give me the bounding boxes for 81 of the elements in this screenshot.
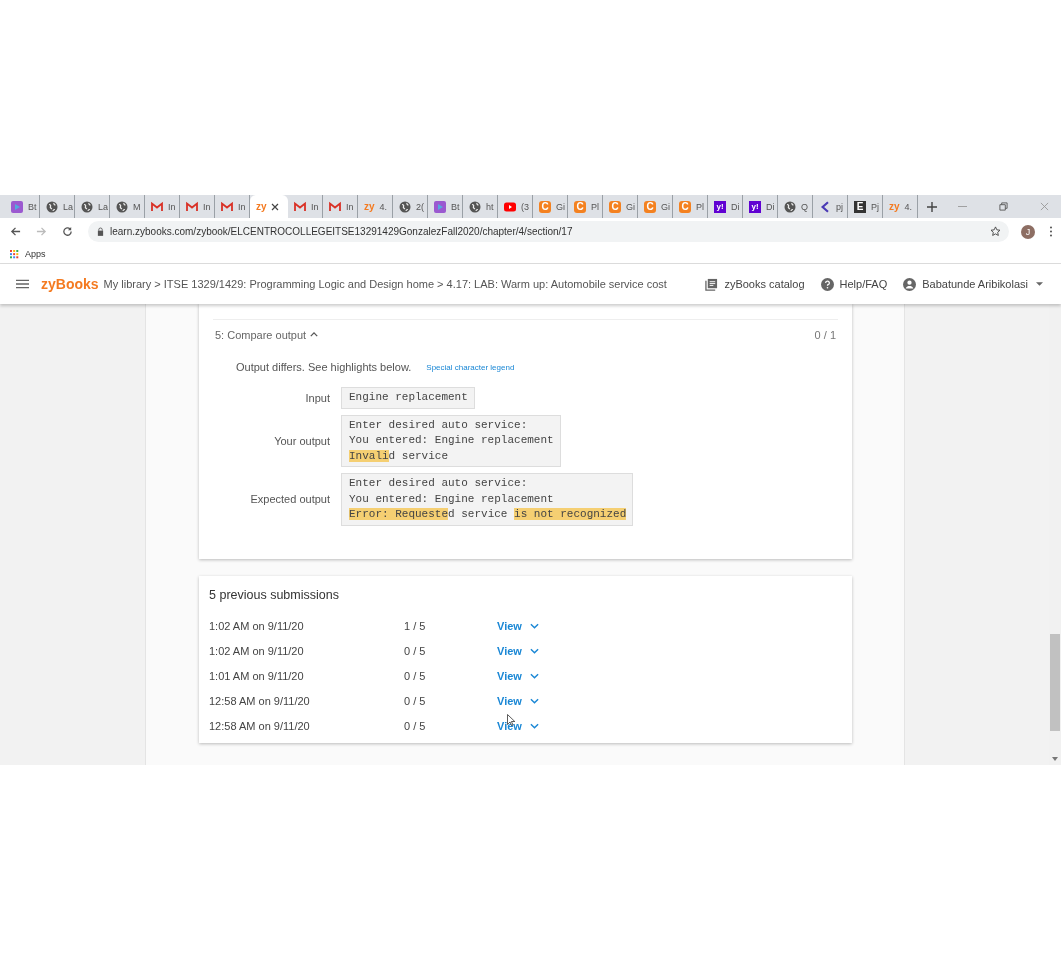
menu-dots-icon[interactable] — [1049, 226, 1053, 237]
globe-icon — [469, 200, 481, 213]
legend-link[interactable]: Special character legend — [426, 362, 515, 372]
bookmark-link[interactable]: Apps — [25, 249, 46, 259]
help-link[interactable]: Help/FAQ — [839, 278, 888, 290]
close-icon[interactable] — [1040, 202, 1049, 211]
submission-score: 0 / 5 — [404, 645, 427, 657]
favicon-logo: C — [609, 200, 621, 213]
back-icon[interactable] — [10, 226, 21, 237]
submission-score: 0 / 5 — [404, 720, 427, 732]
favicon-logo: y! — [714, 200, 726, 213]
catalog-link[interactable]: zyBooks catalog — [724, 278, 805, 290]
section-toggle[interactable]: 5: Compare output — [215, 328, 307, 341]
globe-icon — [81, 200, 93, 213]
reload-icon[interactable] — [62, 226, 73, 237]
code-output: Enter desired auto service: You entered: Engine replacement Invalid service — [341, 414, 561, 467]
score-text: 0 / 1 — [814, 328, 836, 341]
user-name[interactable]: Babatunde Aribikolasi — [922, 278, 1028, 290]
chevron-down-icon[interactable] — [529, 673, 539, 679]
favicon-logo: C — [679, 200, 691, 213]
play-icon — [11, 200, 23, 213]
apps-grid-icon — [10, 249, 19, 259]
favicon-logo: E — [854, 200, 866, 213]
favicon-logo: zy — [889, 200, 900, 213]
help-icon — [820, 277, 834, 291]
globe-icon — [784, 200, 796, 213]
output-label: Your output — [273, 434, 330, 447]
submissions-heading: 5 previous submissions — [209, 587, 340, 604]
new-tab-icon[interactable] — [927, 201, 937, 212]
submission-time: 1:01 AM on 9/11/20 — [209, 670, 305, 682]
globe-icon — [46, 200, 58, 213]
output-label: Input — [304, 391, 330, 404]
scroll-down-arrow-icon[interactable] — [1052, 757, 1058, 761]
globe-icon — [116, 200, 128, 213]
play-icon — [434, 200, 446, 213]
favicon-logo: C — [574, 200, 586, 213]
breadcrumb[interactable]: My library > ITSE 1329/1429: Programming Logic and Design home > 4.17: LAB: Warm up: Automobile service cost — [103, 278, 667, 290]
account-icon — [903, 277, 917, 291]
globe-icon — [399, 200, 411, 213]
chevron-down-icon[interactable] — [529, 723, 539, 729]
output-label: Expected output — [249, 493, 330, 506]
star-icon[interactable] — [990, 226, 1001, 237]
mail-icon — [151, 200, 163, 213]
chevron-down-icon[interactable] — [529, 698, 539, 704]
submission-time: 1:02 AM on 9/11/20 — [209, 645, 305, 657]
play-button-icon — [504, 200, 516, 213]
favicon-logo: C — [644, 200, 656, 213]
view-link[interactable]: View — [497, 670, 522, 682]
submission-score: 0 / 5 — [404, 670, 427, 682]
view-link[interactable]: View — [497, 620, 522, 632]
chevron-icon — [819, 200, 831, 213]
profile-avatar[interactable]: J — [1021, 224, 1035, 239]
view-link[interactable]: View — [497, 695, 522, 707]
favicon-logo: zy — [256, 200, 267, 213]
view-link[interactable]: View — [497, 720, 522, 732]
submission-score: 1 / 5 — [404, 620, 427, 632]
dropdown-caret-icon[interactable] — [1036, 282, 1043, 286]
favicon-logo: y! — [749, 200, 761, 213]
scrollbar-thumb[interactable] — [1050, 634, 1060, 731]
mail-icon — [329, 200, 341, 213]
chevron-up-icon[interactable] — [310, 332, 319, 337]
close-tab-icon — [270, 202, 279, 211]
view-link[interactable]: View — [497, 645, 522, 657]
mail-icon — [186, 200, 198, 213]
address-field[interactable]: learn.zybooks.com/zybook/ELCENTROCOLLEGEITSE13291429GonzalezFall2020/chapter/4/section/17 — [88, 221, 1009, 242]
menu-icon[interactable] — [16, 279, 29, 289]
favicon-logo: zy — [364, 200, 375, 213]
submission-score: 0 / 5 — [404, 695, 427, 707]
chevron-down-icon[interactable] — [529, 623, 539, 629]
submission-time: 12:58 AM on 9/11/20 — [209, 720, 311, 732]
books-icon — [705, 277, 719, 291]
lock-icon — [97, 227, 104, 236]
mail-icon — [294, 200, 306, 213]
favicon-logo: C — [539, 200, 551, 213]
submission-time: 12:58 AM on 9/11/20 — [209, 695, 311, 707]
submission-time: 1:02 AM on 9/11/20 — [209, 620, 305, 632]
restore-icon[interactable] — [999, 202, 1008, 211]
code-output: Engine replacement — [341, 387, 475, 409]
mail-icon — [221, 200, 233, 213]
result-message: Output differs. See highlights below. — [236, 361, 412, 373]
chevron-down-icon[interactable] — [529, 648, 539, 654]
